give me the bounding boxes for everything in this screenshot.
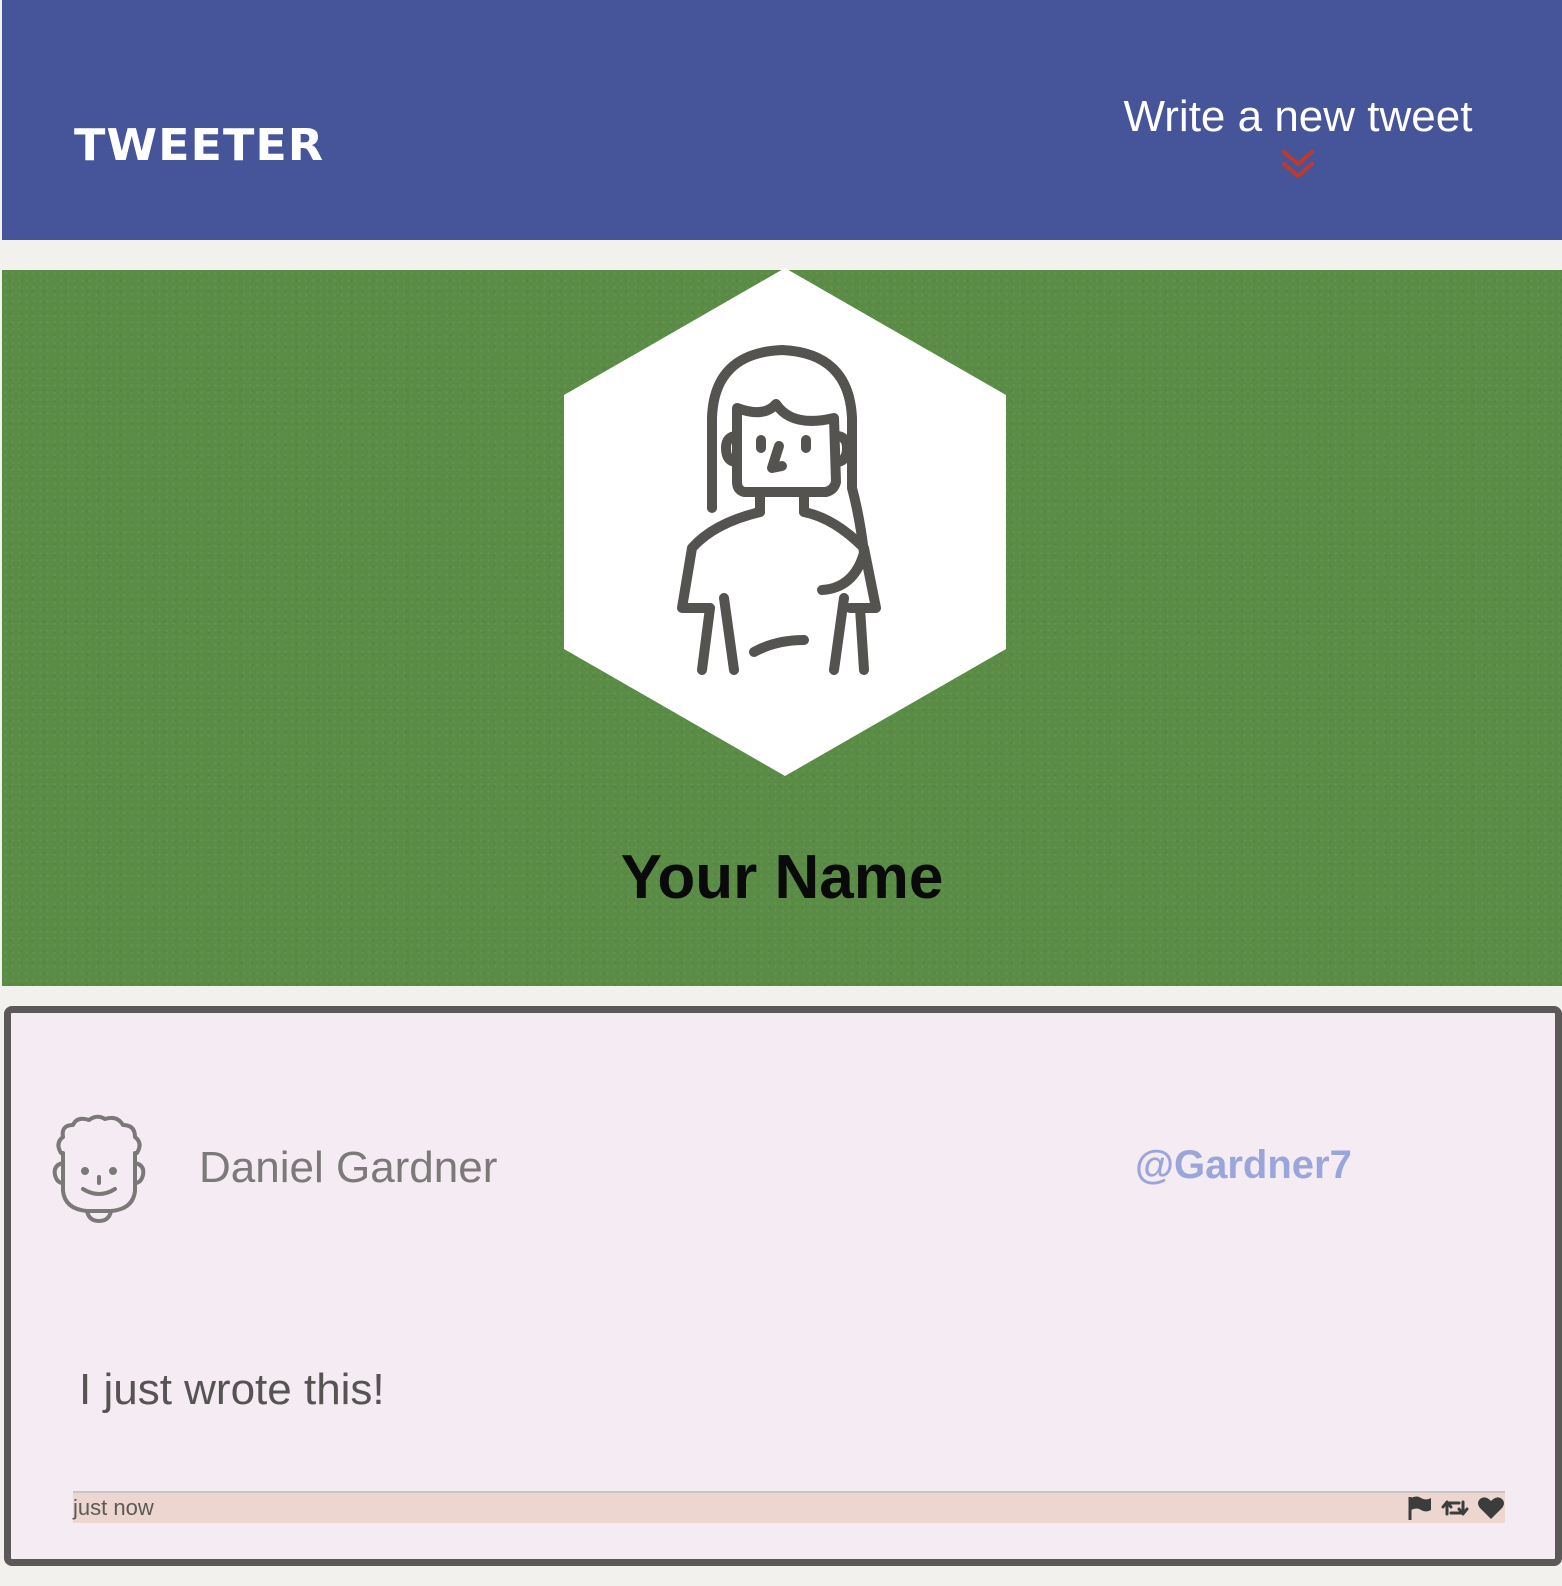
write-tweet-label: Write a new tweet: [1123, 92, 1473, 141]
heart-icon[interactable]: [1477, 1494, 1505, 1522]
write-tweet-button[interactable]: Write a new tweet: [1118, 92, 1478, 184]
double-chevron-down-icon: [1282, 150, 1314, 178]
woman-avatar-icon: [564, 268, 1006, 776]
tweet-card: Daniel Gardner @Gardner7 I just wrote th…: [4, 1006, 1562, 1566]
top-nav: TWEETER Write a new tweet: [2, 0, 1562, 240]
brand-logo[interactable]: TWEETER: [74, 119, 324, 170]
profile-banner: Your Name: [2, 268, 1562, 986]
profile-name: Your Name: [620, 843, 944, 912]
tweet-actions: [1405, 1493, 1505, 1523]
flag-icon[interactable]: [1405, 1494, 1433, 1522]
tweet-author-handle[interactable]: @Gardner7: [1135, 1143, 1352, 1188]
tweet-text: I just wrote this!: [79, 1365, 385, 1414]
tweet-timestamp: just now: [73, 1495, 154, 1520]
retweet-icon[interactable]: [1441, 1494, 1469, 1522]
tweet-footer: just now: [73, 1491, 1505, 1523]
tweet-author-name: Daniel Gardner: [199, 1143, 498, 1192]
curly-hair-man-avatar-icon: [52, 1114, 146, 1223]
